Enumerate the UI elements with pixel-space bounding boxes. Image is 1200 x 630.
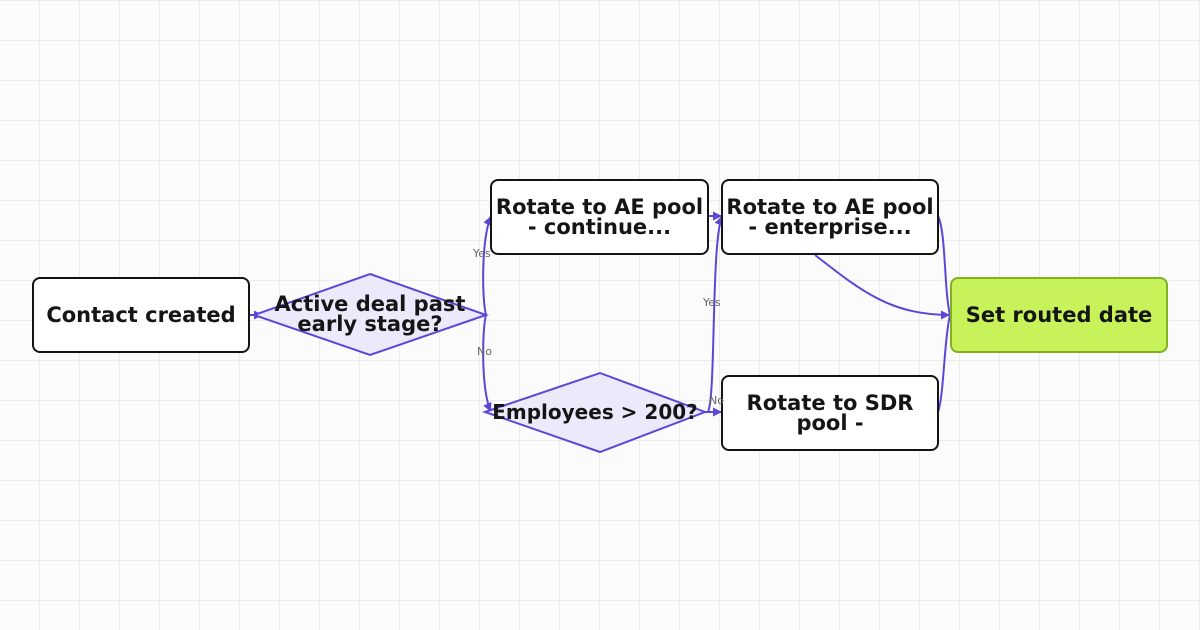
edge-ae-enterprise-right-to-set-date: [937, 215, 951, 316]
edge-ae-enterprise-to-set-date: [814, 254, 951, 320]
edge-deal-no-to-employees: [482, 314, 492, 413]
node-rotate-ae-continue-box[interactable]: [490, 179, 709, 255]
node-employees-decision[interactable]: [481, 371, 708, 454]
node-contact-created-box[interactable]: [32, 277, 250, 353]
edge-employees-yes-to-ae-enterprise: [707, 215, 724, 413]
edge-label-deal-yes: Yes: [473, 247, 491, 260]
node-set-routed-date-box[interactable]: [950, 277, 1168, 353]
node-active-deal-decision[interactable]: [250, 272, 490, 357]
edge-deal-yes-to-ae-continue: [482, 215, 492, 316]
node-rotate-ae-enterprise-box[interactable]: [721, 179, 939, 255]
edge-label-emp-yes: Yes: [703, 296, 721, 309]
edge-label-deal-no: No: [477, 345, 492, 358]
node-rotate-sdr-box[interactable]: [721, 375, 939, 451]
edge-sdr-to-set-date: [937, 314, 951, 413]
flowchart-canvas: [32, 179, 1168, 454]
edge-label-emp-no: No: [709, 394, 724, 407]
